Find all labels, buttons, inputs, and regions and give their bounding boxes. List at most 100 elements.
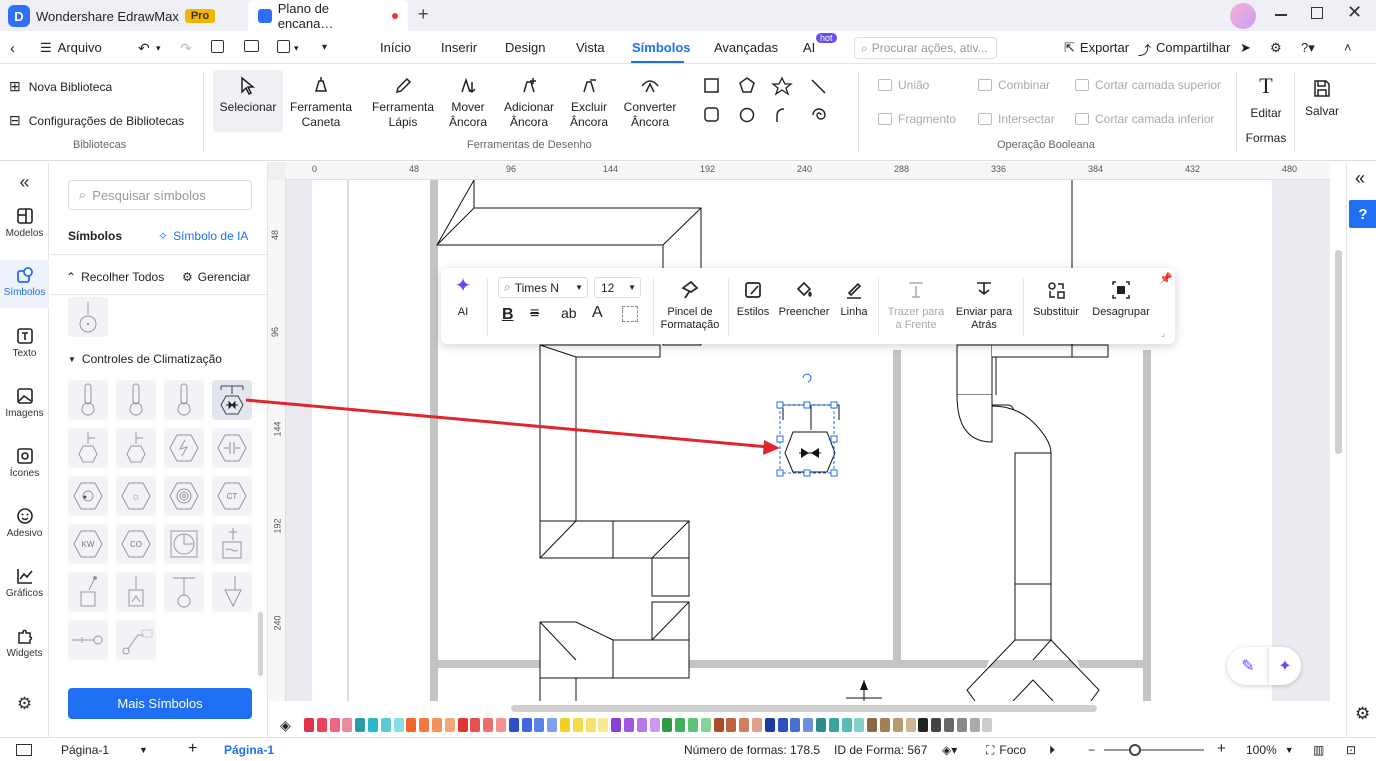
color-swatch[interactable] [892, 718, 903, 732]
bring-front-button[interactable]: Trazer para a Frente [884, 280, 948, 332]
tab-inicio[interactable]: Início [380, 40, 411, 55]
vertical-scroll-thumb[interactable] [1335, 250, 1342, 454]
fit-page-icon[interactable]: ⊡ [1346, 743, 1356, 757]
ai-button[interactable]: ✦ AI [451, 276, 475, 319]
canvas[interactable]: ✎ ✦ [286, 180, 1330, 701]
color-swatch[interactable] [854, 718, 865, 732]
page-selector[interactable]: Página-1 ▼ [61, 743, 148, 757]
fill-bucket-palette-icon[interactable]: ◈ [280, 717, 291, 734]
convert-anchor-button[interactable]: Converter Âncora [618, 76, 682, 130]
color-swatch[interactable] [905, 718, 916, 732]
color-swatch[interactable] [508, 718, 519, 732]
book-view-icon[interactable]: ▥ [1313, 743, 1324, 757]
pen-tool-button[interactable]: Ferramenta Caneta [285, 76, 357, 130]
color-swatch[interactable] [790, 718, 801, 732]
send-back-button[interactable]: Enviar para Atrás [952, 280, 1016, 332]
sidebar-item-simbolos[interactable]: Símbolos [0, 260, 49, 308]
close-icon[interactable]: ✕ [1347, 2, 1362, 23]
color-swatch[interactable] [444, 718, 455, 732]
app-tab[interactable]: D Wondershare EdrawMax Pro [8, 4, 216, 28]
horizontal-scroll-thumb[interactable] [511, 705, 1097, 712]
intersect-button[interactable]: Intersectar [978, 112, 1055, 126]
color-swatch[interactable] [316, 718, 327, 732]
text-box-icon[interactable] [622, 306, 638, 322]
library-settings-button[interactable]: ⊟ Configurações de Bibliotecas [9, 112, 184, 129]
zoom-out-icon[interactable]: − [1088, 743, 1095, 757]
collapse-ribbon-icon[interactable]: ˄ [1344, 40, 1352, 55]
new-tab-icon[interactable]: + [418, 4, 429, 25]
color-swatch[interactable] [585, 718, 596, 732]
sidebar-item-texto[interactable]: Texto [0, 327, 49, 359]
sidebar-item-adesivo[interactable]: Adesivo [0, 507, 49, 539]
symbol-cell[interactable] [68, 476, 108, 516]
color-swatch[interactable] [726, 718, 737, 732]
save-ribbon-button[interactable]: Salvar [1300, 78, 1344, 119]
panel-scrollbar[interactable] [258, 612, 263, 676]
file-menu[interactable]: ☰ Arquivo [40, 40, 102, 56]
color-swatch[interactable] [956, 718, 967, 732]
color-swatch[interactable] [496, 718, 506, 732]
avatar[interactable] [1230, 3, 1256, 29]
symbol-thermostat-top[interactable] [68, 297, 108, 337]
play-icon[interactable]: ⏵ [1049, 743, 1055, 758]
symbol-cell[interactable] [68, 428, 108, 468]
gear-icon[interactable]: ⚙ [0, 694, 49, 714]
color-swatch[interactable] [355, 718, 366, 732]
styles-button[interactable]: Estilos [736, 280, 770, 319]
fill-button[interactable]: Preencher [778, 280, 830, 319]
zoom-in-icon[interactable]: + [1217, 740, 1226, 757]
color-swatch[interactable] [944, 718, 954, 732]
zoom-level[interactable]: 100% ▼ [1246, 743, 1294, 757]
pin-icon[interactable]: 📌 [1159, 272, 1173, 285]
manage-button[interactable]: ⚙ Gerenciar [182, 270, 250, 284]
color-swatch[interactable] [598, 718, 609, 732]
tab-ai[interactable]: AI [803, 40, 815, 55]
color-swatch[interactable] [419, 718, 430, 732]
color-swatch[interactable] [547, 718, 558, 732]
actions-search-input[interactable]: ⌕ Procurar ações, ativ... [854, 37, 997, 59]
color-swatch[interactable] [662, 718, 673, 732]
vertical-scrollbar[interactable] [1330, 180, 1346, 701]
symbol-cell[interactable] [212, 572, 252, 612]
maximize-icon[interactable] [1311, 7, 1323, 19]
page-tab-active[interactable]: Página-1 [224, 743, 274, 757]
collapse-all-button[interactable]: ⌃ Recolher Todos [66, 270, 164, 284]
symbol-cell[interactable] [68, 620, 108, 660]
color-swatch[interactable] [918, 718, 929, 732]
symbol-cell[interactable] [116, 428, 156, 468]
color-swatch[interactable] [572, 718, 583, 732]
color-swatch[interactable] [393, 718, 404, 732]
move-anchor-button[interactable]: Mover Âncora [438, 76, 498, 130]
strikethrough-icon[interactable]: ≡ [530, 305, 539, 323]
sidebar-item-widgets[interactable]: Widgets [0, 627, 49, 659]
color-swatch[interactable] [675, 718, 686, 732]
select-tool-button[interactable]: Selecionar [213, 76, 283, 115]
share-button[interactable]: ⤴ Compartilhar [1138, 40, 1230, 59]
sidebar-item-graficos[interactable]: Gráficos [0, 567, 49, 599]
ai-symbol-button[interactable]: ✧ Símbolo de IA [158, 229, 248, 243]
document-tab[interactable]: Plano de encana… [248, 0, 408, 31]
resize-corner-icon[interactable]: ⌟ [1161, 328, 1165, 339]
color-swatch[interactable] [521, 718, 532, 732]
sidebar-item-icones[interactable]: Ícones [0, 447, 49, 479]
bold-underline-icon[interactable]: B [502, 306, 514, 324]
symbol-cell[interactable]: ☼ [116, 476, 156, 516]
symbol-search-input[interactable]: ⌕ Pesquisar símbolos [68, 180, 252, 210]
font-color-icon[interactable]: A [592, 304, 603, 322]
symbol-cell[interactable] [164, 476, 204, 516]
color-swatch[interactable] [457, 718, 468, 732]
symbol-cell[interactable] [116, 620, 156, 660]
color-swatch[interactable] [649, 718, 660, 732]
symbol-cell[interactable] [164, 524, 204, 564]
color-swatch[interactable] [880, 718, 890, 732]
tab-vista[interactable]: Vista [576, 40, 605, 55]
color-swatch[interactable] [470, 718, 481, 732]
combine-button[interactable]: Combinar [978, 78, 1050, 92]
cut-top-button[interactable]: Cortar camada superior [1075, 78, 1221, 92]
color-swatch[interactable] [816, 718, 826, 732]
color-swatch[interactable] [739, 718, 750, 732]
tab-design[interactable]: Design [505, 40, 545, 55]
undo-icon[interactable]: ↶ [138, 40, 150, 57]
settings-gear-icon[interactable]: ⚙ [1355, 704, 1370, 724]
collapse-panel-icon[interactable]: « [0, 172, 49, 193]
